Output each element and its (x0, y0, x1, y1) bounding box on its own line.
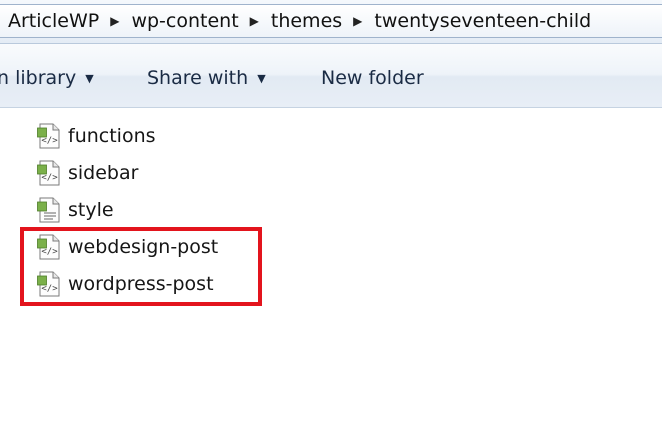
breadcrumb-chevron-icon[interactable]: ▶ (353, 14, 362, 28)
php-file-icon: </> (37, 123, 60, 149)
file-item-functions[interactable]: </> functions (37, 121, 156, 151)
breadcrumb-item-themes[interactable]: themes (271, 10, 342, 32)
file-name: style (68, 199, 114, 221)
share-with-label: Share with (147, 67, 249, 89)
file-name: functions (68, 125, 156, 147)
breadcrumb: ArticleWP ▶ wp-content ▶ themes ▶ twenty… (0, 4, 662, 38)
include-in-library-label: n library (0, 67, 77, 89)
new-folder-button[interactable]: New folder (321, 67, 424, 89)
svg-text:</>: </> (41, 173, 58, 183)
highlight-box (20, 227, 262, 306)
command-toolbar: n library ▼ Share with ▼ New folder (0, 44, 662, 108)
breadcrumb-chevron-icon[interactable]: ▶ (110, 14, 119, 28)
breadcrumb-chevron-icon[interactable]: ▶ (250, 14, 259, 28)
file-list: </> functions </> sidebar style </> webd… (0, 108, 662, 441)
css-file-icon (37, 197, 60, 223)
breadcrumb-item-wp-content[interactable]: wp-content (131, 10, 238, 32)
file-item-style[interactable]: style (37, 195, 114, 225)
file-name: sidebar (68, 162, 139, 184)
caret-down-icon: ▼ (257, 71, 266, 85)
share-with-button[interactable]: Share with ▼ (147, 67, 266, 89)
breadcrumb-item-twentyseventeen-child[interactable]: twentyseventeen-child (374, 10, 591, 32)
include-in-library-button[interactable]: n library ▼ (0, 67, 94, 89)
new-folder-label: New folder (321, 67, 424, 89)
caret-down-icon: ▼ (85, 71, 94, 85)
php-file-icon: </> (37, 160, 60, 186)
file-item-sidebar[interactable]: </> sidebar (37, 158, 138, 188)
address-bar: ArticleWP ▶ wp-content ▶ themes ▶ twenty… (0, 0, 662, 44)
breadcrumb-item-articlewp[interactable]: ArticleWP (8, 10, 99, 32)
svg-text:</>: </> (41, 136, 58, 146)
